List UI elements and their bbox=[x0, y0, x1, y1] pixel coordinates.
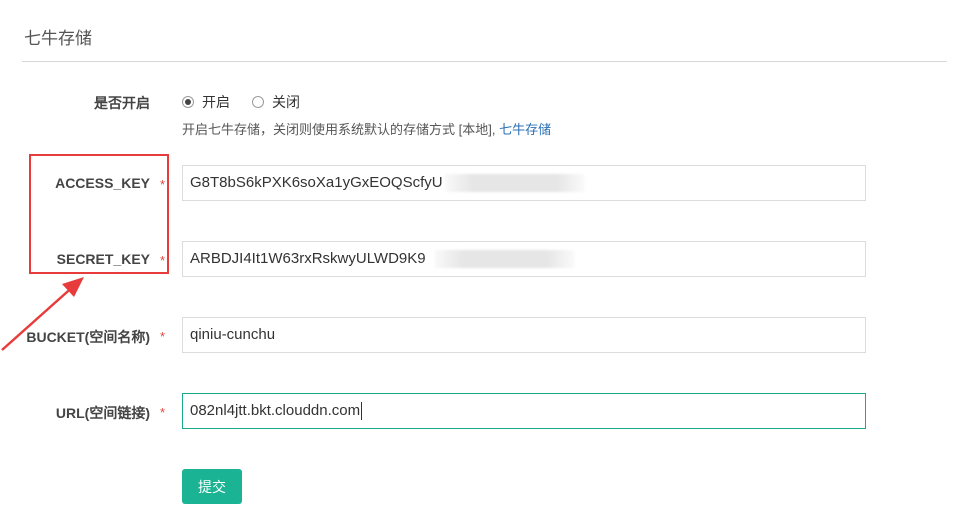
radio-unchecked-icon[interactable] bbox=[252, 96, 264, 108]
redaction-blur bbox=[445, 174, 585, 192]
access-key-value: G8T8bS6kPXK6soXa1yGxEOQScfyU bbox=[190, 174, 443, 191]
enable-radio-group: 开启 关闭 bbox=[182, 92, 322, 112]
radio-enable-off-label: 关闭 bbox=[272, 94, 300, 110]
url-input[interactable]: 082nl4jtt.bkt.clouddn.com bbox=[182, 393, 866, 429]
radio-enable-on[interactable]: 开启 bbox=[182, 92, 230, 112]
qiniu-storage-settings: 七牛存储 是否开启 开启 关闭 开启七牛存储，关闭则使用系统默认的存储方式 [本… bbox=[0, 0, 973, 512]
section-title: 七牛存储 bbox=[24, 29, 92, 48]
redaction-blur bbox=[435, 250, 575, 268]
bucket-value: qiniu-cunchu bbox=[190, 326, 276, 343]
enable-label: 是否开启 bbox=[94, 95, 150, 111]
annotation-highlight-box bbox=[29, 154, 169, 274]
qiniu-storage-link[interactable]: 七牛存储 bbox=[499, 122, 551, 137]
access-key-input[interactable]: G8T8bS6kPXK6soXa1yGxEOQScfyU bbox=[182, 165, 866, 201]
url-label: URL(空间链接) bbox=[55, 405, 150, 421]
text-caret bbox=[361, 402, 363, 421]
annotation-arrow-icon bbox=[1, 277, 84, 351]
radio-enable-on-label: 开启 bbox=[202, 94, 230, 110]
url-required-mark: * bbox=[160, 405, 166, 420]
secret-key-input[interactable]: ARBDJI4It1W63rxRskwyULWD9K9 bbox=[182, 241, 866, 277]
help-description: 开启七牛存储，关闭则使用系统默认的存储方式 [本地], bbox=[182, 122, 496, 137]
secret-key-value: ARBDJI4It1W63rxRskwyULWD9K9 bbox=[190, 250, 426, 267]
url-value: 082nl4jtt.bkt.clouddn.com bbox=[190, 402, 361, 419]
divider bbox=[22, 61, 947, 62]
bucket-required-mark: * bbox=[160, 329, 166, 344]
radio-checked-icon[interactable] bbox=[182, 96, 194, 108]
enable-help-text: 开启七牛存储，关闭则使用系统默认的存储方式 [本地], 七牛存储 bbox=[182, 119, 551, 138]
radio-enable-off[interactable]: 关闭 bbox=[252, 92, 300, 112]
submit-button[interactable]: 提交 bbox=[182, 469, 242, 504]
bucket-input[interactable]: qiniu-cunchu bbox=[182, 317, 866, 353]
